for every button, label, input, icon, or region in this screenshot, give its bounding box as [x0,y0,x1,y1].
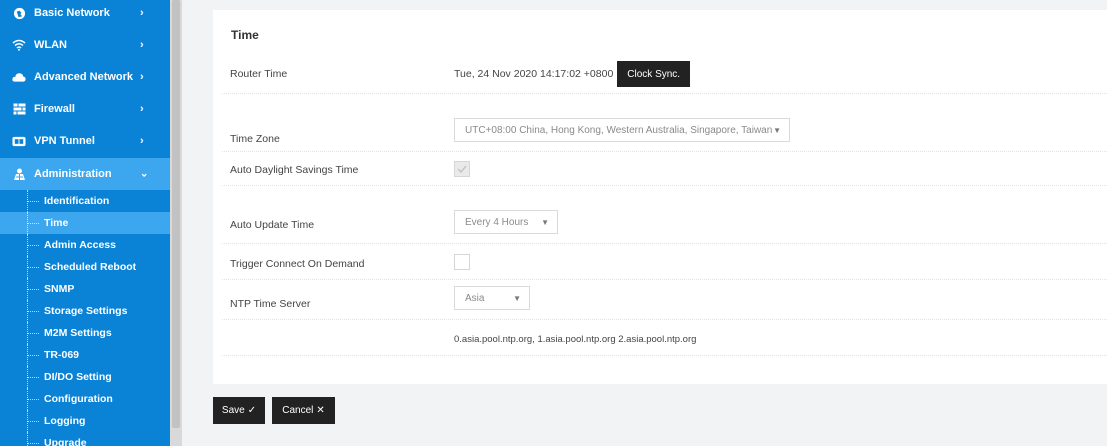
router-time-field: Tue, 24 Nov 2020 14:17:02 +0800 Clock Sy… [454,61,691,87]
ntp-server-value: Asia [465,292,485,304]
sidebar-item-configuration[interactable]: Configuration [0,388,170,410]
nav-firewall[interactable]: Firewall › [0,93,170,125]
router-time-row: Router Time Tue, 24 Nov 2020 14:17:02 +0… [222,54,1107,94]
nav-label: VPN Tunnel [34,135,95,147]
checkmark-icon [457,165,467,173]
auto-update-label: Auto Update Time [230,219,315,231]
chevron-down-icon: ⌄ [140,168,149,180]
chevron-right-icon: › [140,39,144,51]
dropdown-arrow-icon: ▼ [513,293,521,303]
auto-update-field: Every 4 Hours ▼ [454,210,558,234]
auto-dst-label: Auto Daylight Savings Time [230,164,359,176]
chevron-right-icon: › [140,71,144,83]
trigger-connect-row: Trigger Connect On Demand [222,244,1107,280]
nav-label: Administration [34,168,112,180]
time-zone-value: UTC+08:00 China, Hong Kong, Western Aust… [465,124,773,136]
firewall-icon [12,102,26,116]
nav-vpn-tunnel[interactable]: VPN Tunnel › [0,125,170,157]
save-label: Save [221,405,245,416]
wifi-icon [12,38,26,52]
time-settings-panel: Time Router Time Tue, 24 Nov 2020 14:17:… [213,10,1107,384]
checkmark-icon: ✓ [247,405,257,416]
sidebar-item-m2m-settings[interactable]: M2M Settings [0,322,170,344]
time-zone-select[interactable]: UTC+08:00 China, Hong Kong, Western Aust… [454,118,790,142]
auto-update-select[interactable]: Every 4 Hours ▼ [454,210,558,234]
auto-update-row: Auto Update Time Every 4 Hours ▼ [222,204,1107,244]
administration-submenu: Identification Time Admin Access Schedul… [0,190,170,446]
dropdown-arrow-icon: ▼ [773,125,781,135]
nav-label: Firewall [34,103,75,115]
sidebar: Basic Network › WLAN › Advanced Network … [0,0,170,446]
sidebar-item-upgrade[interactable]: Upgrade [0,432,170,446]
save-button[interactable]: Save ✓ [213,397,265,424]
auto-update-value: Every 4 Hours [465,216,529,228]
time-zone-label: Time Zone [230,133,280,145]
ntp-server-row: NTP Time Server Asia ▼ [222,280,1107,320]
cancel-label: Cancel [282,405,314,416]
sidebar-scrollbar-thumb[interactable] [172,0,180,428]
nav-label: Advanced Network [34,71,134,83]
ntp-server-select[interactable]: Asia ▼ [454,286,530,310]
sidebar-item-logging[interactable]: Logging [0,410,170,432]
trigger-connect-field [454,254,470,270]
page-title: Time [231,28,259,42]
nav-wlan[interactable]: WLAN › [0,29,170,61]
nav-label: Basic Network [34,7,110,19]
chevron-right-icon: › [140,135,144,147]
sidebar-item-scheduled-reboot[interactable]: Scheduled Reboot [0,256,170,278]
sidebar-item-time[interactable]: Time [0,212,170,234]
clock-sync-button[interactable]: Clock Sync. [617,61,691,87]
vpn-icon [12,134,26,148]
auto-dst-field [454,161,470,177]
chevron-right-icon: › [140,103,144,115]
trigger-connect-checkbox[interactable] [454,254,470,270]
ntp-server-field: Asia ▼ [454,286,530,310]
sidebar-item-di-do-setting[interactable]: DI/DO Setting [0,366,170,388]
auto-dst-checkbox[interactable] [454,161,470,177]
sidebar-item-identification[interactable]: Identification [0,190,170,212]
dropdown-arrow-icon: ▼ [541,217,549,227]
time-zone-row: Time Zone UTC+08:00 China, Hong Kong, We… [222,112,1107,152]
sidebar-item-storage-settings[interactable]: Storage Settings [0,300,170,322]
auto-dst-row: Auto Daylight Savings Time [222,152,1107,186]
chevron-right-icon: › [140,7,144,19]
router-time-label: Router Time [230,68,288,80]
sidebar-item-snmp[interactable]: SNMP [0,278,170,300]
nav-advanced-network[interactable]: Advanced Network › [0,61,170,93]
sidebar-item-admin-access[interactable]: Admin Access [0,234,170,256]
trigger-connect-label: Trigger Connect On Demand [230,258,365,270]
nav-administration[interactable]: Administration ⌄ [0,158,170,190]
ntp-servers-list: 0.asia.pool.ntp.org, 1.asia.pool.ntp.org… [454,334,697,345]
sidebar-item-tr-069[interactable]: TR-069 [0,344,170,366]
nav-basic-network[interactable]: Basic Network › [0,0,170,29]
globe-icon [12,6,26,20]
time-zone-field: UTC+08:00 China, Hong Kong, Western Aust… [454,118,790,142]
ntp-servers-row: 0.asia.pool.ntp.org, 1.asia.pool.ntp.org… [222,320,1107,356]
ntp-server-label: NTP Time Server [230,298,311,310]
cancel-button[interactable]: Cancel ✕ [272,397,335,424]
router-time-value: Tue, 24 Nov 2020 14:17:02 +0800 [454,68,614,80]
close-icon: ✕ [316,405,325,416]
nav-label: WLAN [34,39,67,51]
admin-icon [12,167,26,181]
cloud-icon [12,70,26,84]
